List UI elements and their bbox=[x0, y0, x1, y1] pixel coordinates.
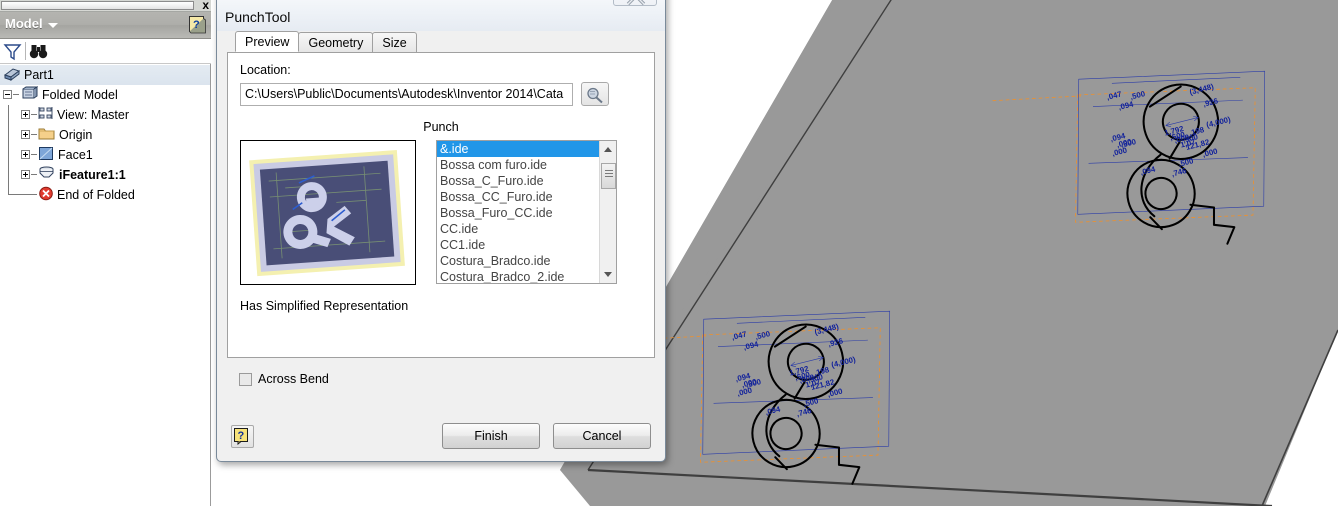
punch-label: Punch bbox=[423, 120, 459, 134]
scrollbar-thumb[interactable] bbox=[601, 163, 616, 189]
panel-scroll-row: x bbox=[0, 0, 211, 12]
browser-title-bar: Model ? bbox=[0, 12, 211, 39]
tree-connector bbox=[8, 125, 9, 145]
help-book-icon[interactable]: ? bbox=[189, 16, 206, 34]
browser-title: Model bbox=[5, 16, 43, 31]
dialog-body: Preview Geometry Size Location: C:\Users… bbox=[217, 31, 665, 386]
tree-item-view-master[interactable]: View: Master bbox=[0, 105, 210, 125]
across-bend-checkbox[interactable] bbox=[239, 372, 252, 386]
dialog-footer: ? Finish Cancel bbox=[217, 419, 665, 453]
binoculars-icon[interactable] bbox=[29, 43, 48, 61]
list-item[interactable]: CC.ide bbox=[437, 221, 599, 237]
tree-connector bbox=[8, 194, 37, 195]
close-icon[interactable] bbox=[613, 0, 657, 6]
across-bend-label: Across Bend bbox=[258, 372, 329, 386]
scroll-down-arrow-icon[interactable] bbox=[600, 266, 616, 283]
tree-item-label: Origin bbox=[59, 128, 93, 142]
folder-icon bbox=[38, 126, 56, 144]
list-item[interactable]: Bossa_Furo_CC.ide bbox=[437, 205, 599, 221]
list-item[interactable]: CC1.ide bbox=[437, 237, 599, 253]
list-item[interactable]: Bossa_CC_Furo.ide bbox=[437, 189, 599, 205]
punch-list: &.ide Bossa com furo.ide Bossa_C_Furo.id… bbox=[437, 141, 599, 283]
tree-connector bbox=[8, 165, 9, 185]
tree-item-label: Folded Model bbox=[42, 88, 118, 102]
collapse-minus-icon[interactable] bbox=[3, 90, 12, 99]
toolbar-separator bbox=[25, 42, 26, 60]
model-browser-panel: x Model ? Part1 Folded Model View: Maste… bbox=[0, 0, 211, 506]
punchtool-dialog: PunchTool Preview Geometry Size Location… bbox=[216, 0, 666, 462]
tree-item-folded-model[interactable]: Folded Model bbox=[0, 85, 210, 105]
list-item[interactable]: Bossa_C_Furo.ide bbox=[437, 173, 599, 189]
expand-plus-icon[interactable] bbox=[21, 130, 30, 139]
list-item[interactable]: Costura_Bradco_2.ide bbox=[437, 269, 599, 283]
expand-plus-icon[interactable] bbox=[21, 170, 30, 179]
scroll-up-arrow-icon[interactable] bbox=[600, 141, 616, 158]
model-tree: Part1 Folded Model View: Master Origin F… bbox=[0, 65, 210, 205]
tab-geometry[interactable]: Geometry bbox=[298, 32, 374, 52]
browser-toolbar bbox=[0, 39, 211, 64]
punch-list-scrollbar[interactable] bbox=[599, 141, 616, 283]
ifeature-icon bbox=[38, 166, 56, 184]
location-row bbox=[240, 82, 642, 106]
tab-panel-preview: Location: Punch bbox=[227, 52, 655, 358]
location-label: Location: bbox=[240, 63, 291, 77]
finish-button[interactable]: Finish bbox=[442, 423, 540, 449]
svg-text:?: ? bbox=[193, 19, 200, 31]
tree-connector bbox=[8, 105, 9, 125]
tree-item-ifeature1[interactable]: iFeature1:1 bbox=[0, 165, 210, 185]
expand-plus-icon[interactable] bbox=[21, 110, 30, 119]
list-item[interactable]: Costura_Bradco.ide bbox=[437, 253, 599, 269]
panel-close-icon[interactable]: x bbox=[202, 0, 209, 12]
face-icon bbox=[38, 146, 55, 164]
end-of-part-icon bbox=[38, 186, 54, 204]
list-item[interactable]: &.ide bbox=[437, 141, 599, 157]
tree-item-origin[interactable]: Origin bbox=[0, 125, 210, 145]
tree-connector bbox=[31, 134, 37, 135]
application-window: ,047 ,500 ,094 (3,448) ,926 ,094 ,500 ,0… bbox=[0, 0, 1338, 506]
location-input[interactable] bbox=[240, 82, 573, 106]
tree-item-label: Face1 bbox=[58, 148, 93, 162]
chevron-down-icon[interactable] bbox=[48, 23, 58, 28]
tab-preview[interactable]: Preview bbox=[235, 31, 300, 52]
punch-preview-image bbox=[240, 140, 416, 285]
preview-row: &.ide Bossa com furo.ide Bossa_C_Furo.id… bbox=[240, 140, 642, 285]
svg-text:?: ? bbox=[238, 430, 245, 442]
cancel-button[interactable]: Cancel bbox=[553, 423, 651, 449]
dialog-title: PunchTool bbox=[225, 9, 291, 25]
part-icon bbox=[3, 66, 21, 85]
tree-connector bbox=[31, 174, 37, 175]
tree-item-label: Part1 bbox=[24, 68, 54, 82]
tree-item-end-of-folded[interactable]: End of Folded bbox=[0, 185, 210, 205]
tree-connector bbox=[31, 114, 37, 115]
across-bend-row: Across Bend bbox=[239, 372, 655, 386]
dialog-title-bar: PunchTool bbox=[217, 0, 665, 31]
punch-list-box[interactable]: &.ide Bossa com furo.ide Bossa_C_Furo.id… bbox=[436, 140, 617, 284]
tree-item-label: iFeature1:1 bbox=[59, 168, 126, 182]
tree-item-face1[interactable]: Face1 bbox=[0, 145, 210, 165]
view-icon bbox=[38, 106, 55, 124]
help-question-icon[interactable]: ? bbox=[231, 424, 254, 448]
tree-connector bbox=[13, 94, 19, 95]
sheet-metal-face bbox=[560, 0, 1338, 506]
tab-strip: Preview Geometry Size bbox=[235, 31, 655, 52]
browser-horizontal-scrollbar[interactable] bbox=[1, 1, 194, 10]
filter-icon[interactable] bbox=[3, 42, 22, 61]
tree-item-label: End of Folded bbox=[57, 188, 135, 202]
simplified-representation-text: Has Simplified Representation bbox=[240, 299, 409, 313]
expand-plus-icon[interactable] bbox=[21, 150, 30, 159]
tree-item-part1[interactable]: Part1 bbox=[0, 65, 210, 85]
tab-size[interactable]: Size bbox=[372, 32, 417, 52]
browse-magnifier-icon[interactable] bbox=[581, 82, 609, 106]
list-item[interactable]: Bossa com furo.ide bbox=[437, 157, 599, 173]
tree-connector bbox=[8, 145, 9, 165]
tree-item-label: View: Master bbox=[57, 108, 130, 122]
folded-model-icon bbox=[21, 85, 39, 105]
tree-connector bbox=[31, 154, 37, 155]
